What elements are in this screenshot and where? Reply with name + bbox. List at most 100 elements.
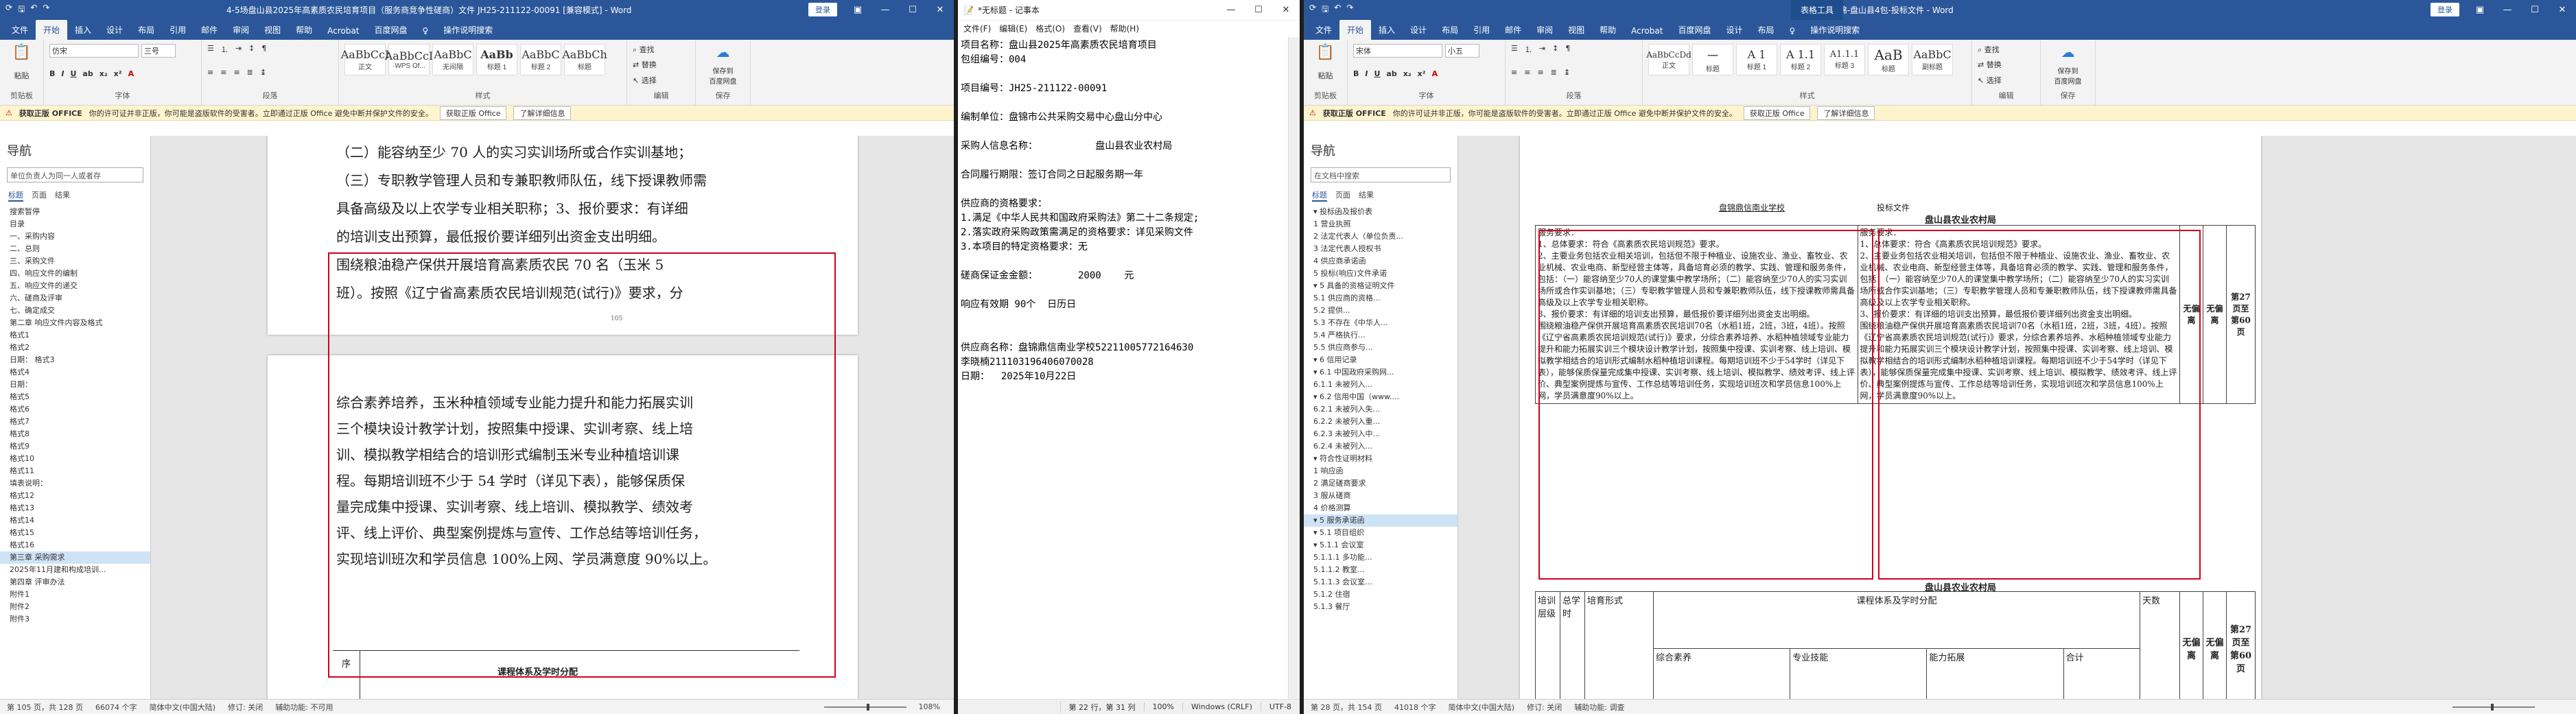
nav-heading-item[interactable]: 格式8 [0, 428, 150, 440]
nav-tab-results[interactable]: 结果 [1359, 189, 1374, 202]
scrollbar[interactable] [1288, 37, 1300, 699]
nav-heading-item[interactable]: 5.2 提供... [1304, 305, 1457, 317]
nav-heading-item[interactable]: 格式7 [0, 416, 150, 428]
find-button[interactable]: ⌕ 查找 [633, 44, 690, 55]
nav-heading-item[interactable]: 5.1.2 住宿 [1304, 588, 1457, 601]
tab[interactable]: 插入 [1371, 20, 1403, 40]
show-marks-icon[interactable]: ¶ [1565, 44, 1570, 55]
paste-button[interactable]: 粘贴 [1309, 70, 1342, 81]
tab[interactable]: 引用 [162, 20, 194, 40]
tab[interactable]: 视图 [257, 20, 288, 40]
strikethrough-icon[interactable]: ab [1386, 69, 1396, 78]
underline-icon[interactable]: U [1374, 69, 1380, 78]
nav-heading-item[interactable]: 4 价格测算 [1304, 502, 1457, 514]
learn-more-button[interactable]: 了解详细信息 [1817, 106, 1875, 120]
maximize-icon[interactable]: ☐ [1245, 1, 1272, 20]
nav-heading-item[interactable]: 格式15 [0, 527, 150, 539]
nav-heading-item[interactable]: ▾ 5.1 项目组织 [1304, 527, 1457, 539]
tab[interactable]: 帮助 [1592, 20, 1624, 40]
signin-button[interactable]: 登录 [808, 3, 837, 16]
superscript-icon[interactable]: x² [114, 69, 122, 78]
tab-table-layout[interactable]: 布局 [1750, 20, 1781, 40]
track-changes[interactable]: 修订: 关闭 [1527, 702, 1562, 713]
style-item[interactable]: AaBbCcI ·WPS Of... [385, 44, 433, 75]
table-cell[interactable]: 培育形式 [1584, 591, 1654, 699]
bullets-icon[interactable]: ☰ [207, 44, 214, 55]
deviation-cell[interactable]: 无偏离 [2203, 225, 2227, 404]
nav-heading-item[interactable]: 4 供应商承诺函 [1304, 255, 1457, 267]
nav-heading-item[interactable]: 七、确定成交 [0, 305, 150, 317]
learn-more-button[interactable]: 了解详细信息 [513, 106, 572, 120]
nav-heading-item[interactable]: 四、响应文件的编制 [0, 267, 150, 280]
table-cell[interactable]: 培训层级 [1535, 591, 1560, 699]
nav-heading-item[interactable]: ▾ 5 具备的资格证明文件 [1304, 280, 1457, 292]
table-cell[interactable]: 能力拓展 [1926, 647, 2064, 699]
menu-file[interactable]: 文件(F) [963, 23, 991, 34]
nav-heading-item[interactable]: 2 满足磋商要求 [1304, 477, 1457, 490]
tell-me-search[interactable]: 操作说明搜索 [1803, 20, 1867, 40]
autosave-icon[interactable]: ⟳ [1309, 3, 1316, 17]
align-center-icon[interactable]: ≡ [1524, 68, 1530, 77]
line-spacing-icon[interactable]: ↨ [1564, 68, 1570, 77]
menu-format[interactable]: 格式(O) [1035, 23, 1065, 34]
table-cell[interactable]: 专业技能 [1790, 647, 1928, 699]
tab[interactable]: 视图 [1560, 20, 1592, 40]
font-name-select[interactable]: 宋体 [1353, 44, 1442, 58]
tell-me-search[interactable]: 操作说明搜索 [436, 20, 500, 40]
tab[interactable]: 文件 [4, 20, 36, 40]
tab-home[interactable]: 开始 [36, 20, 68, 40]
redo-icon[interactable]: ↷ [1346, 3, 1353, 17]
get-office-button[interactable]: 获取正版 Office [1743, 106, 1811, 120]
language[interactable]: 简体中文(中国大陆) [1448, 702, 1514, 713]
numbering-icon[interactable]: ⒈ [221, 44, 229, 55]
tab[interactable]: 邮件 [194, 20, 225, 40]
close-icon[interactable]: ✕ [1272, 1, 1300, 20]
tab[interactable]: Acrobat [1624, 22, 1670, 40]
show-marks-icon[interactable]: ¶ [261, 44, 266, 55]
zoom-level[interactable]: 108% [919, 702, 940, 711]
page-ref-cell[interactable]: 第27页至第60页 [2225, 225, 2256, 404]
zoom-thumb[interactable] [2491, 703, 2494, 711]
italic-icon[interactable]: I [61, 69, 64, 78]
nav-heading-item[interactable]: 6.2.2 未被列入重... [1304, 416, 1457, 428]
justify-icon[interactable]: ≣ [1551, 68, 1557, 77]
page-ref-cell[interactable]: 第27页至第60页 [2226, 591, 2256, 699]
style-item[interactable]: AaBbCcDd 正文 [1646, 44, 1691, 75]
nav-heading-item[interactable]: 格式13 [0, 502, 150, 514]
menu-help[interactable]: 帮助(H) [1110, 23, 1139, 34]
nav-heading-item[interactable]: 5.1.1.2 教室... [1304, 564, 1457, 576]
close-icon[interactable]: ✕ [2549, 0, 2576, 19]
table-cell[interactable]: 合计 [2063, 647, 2141, 699]
zoom-slider[interactable] [823, 703, 906, 711]
nav-heading-item[interactable]: 格式11 [0, 465, 150, 477]
save-icon[interactable]: 🖫 [1322, 3, 1328, 17]
undo-icon[interactable]: ↶ [1334, 3, 1341, 17]
nav-heading-item[interactable]: 2025年11月建和构成培训... [0, 564, 150, 576]
nav-heading-item[interactable]: 六、磋商及评审 [0, 292, 150, 305]
nav-heading-item[interactable]: 目录 [0, 218, 150, 230]
select-button[interactable]: ↖ 选择 [633, 75, 690, 86]
nav-heading-item[interactable]: ▾ 6.1 中国政府采购网... [1304, 366, 1457, 379]
table-cell[interactable]: 综合素养 [1652, 647, 1791, 699]
align-left-icon[interactable]: ≡ [1511, 68, 1517, 77]
word-count[interactable]: 41018 个字 [1394, 702, 1436, 713]
select-button[interactable]: ↖ 选择 [1978, 75, 2035, 86]
close-icon[interactable]: ✕ [926, 0, 954, 19]
nav-heading-item[interactable]: 5.1 供应商的资格... [1304, 292, 1457, 305]
nav-heading-item[interactable]: 填表说明： [0, 477, 150, 490]
save-baidu-button[interactable]: 保存到 百度网盘 [2046, 65, 2089, 86]
bold-icon[interactable]: B [1353, 69, 1359, 78]
nav-heading-item[interactable]: 附件1 [0, 588, 150, 601]
indent-icon[interactable]: ⇥ [1539, 44, 1545, 55]
tab[interactable]: 设计 [99, 20, 130, 40]
nav-tab-headings[interactable]: 标题 [1312, 189, 1327, 202]
nav-heading-item[interactable]: 1 响应函 [1304, 465, 1457, 477]
paste-icon[interactable]: 📋 [1309, 44, 1342, 61]
language[interactable]: 简体中文(中国大陆) [149, 702, 215, 713]
nav-tab-headings[interactable]: 标题 [8, 189, 23, 202]
nav-heading-item[interactable]: 6.2.3 未被列入中... [1304, 428, 1457, 440]
save-baidu-button[interactable]: 保存到 百度网盘 [701, 65, 745, 86]
tab[interactable]: 百度网盘 [366, 20, 414, 40]
save-icon[interactable]: 🖫 [18, 3, 25, 17]
nav-heading-item[interactable]: 2 法定代表人（单位负责... [1304, 230, 1457, 243]
